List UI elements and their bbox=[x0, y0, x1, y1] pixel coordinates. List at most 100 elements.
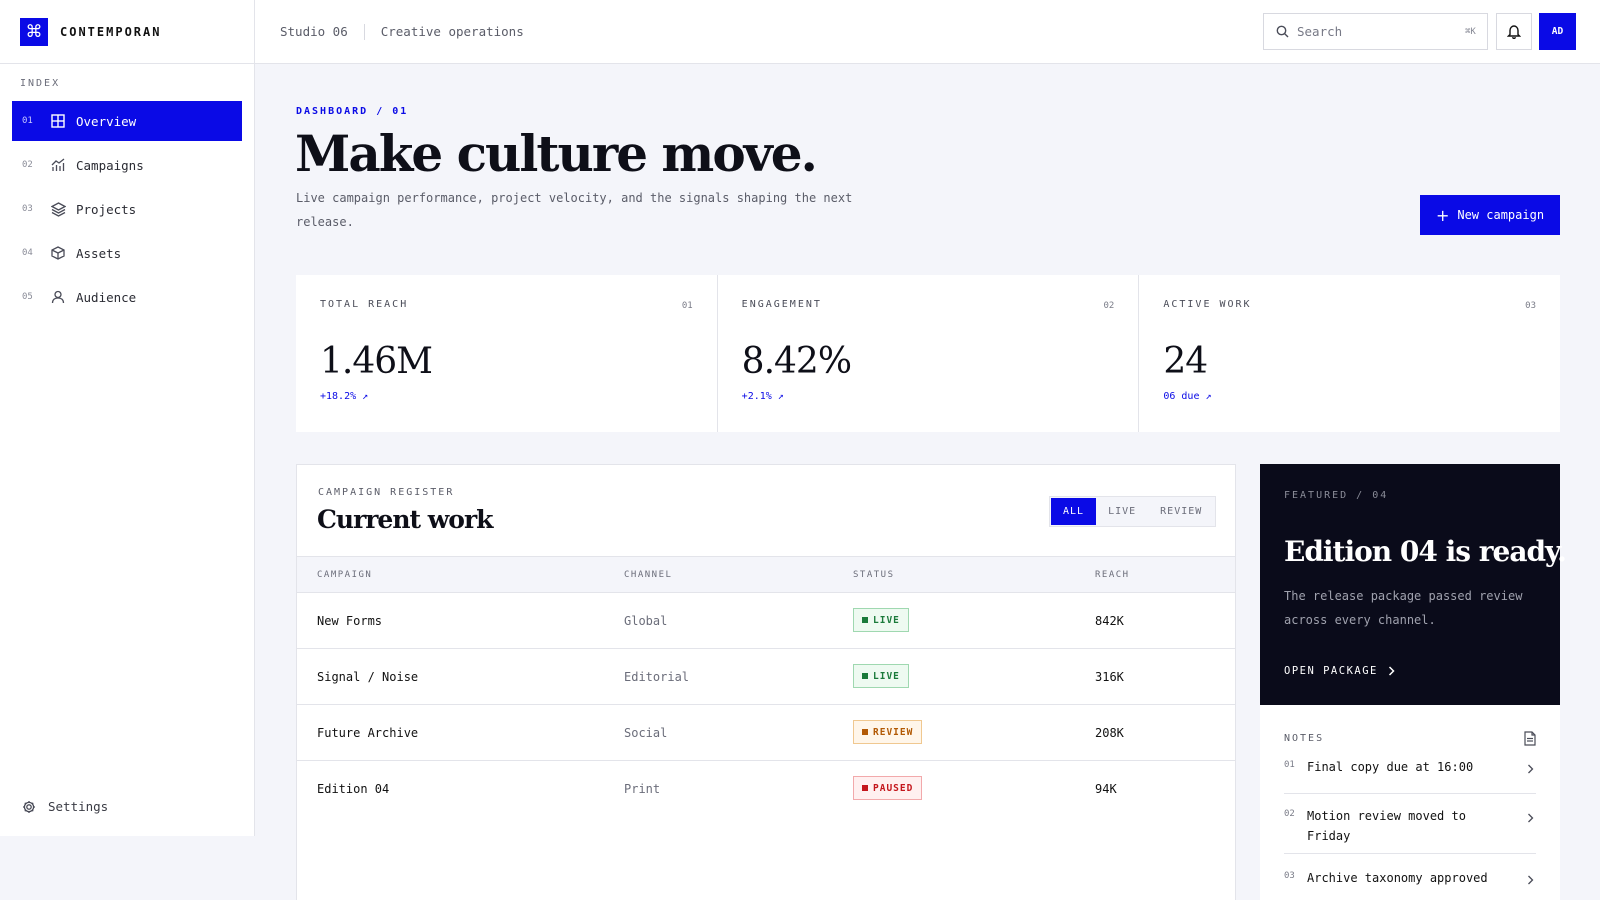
featured-card: FEATURED / 04 Edition 04 is ready. The r… bbox=[1260, 464, 1567, 705]
stat-delta: +2.1% ↗ bbox=[741, 391, 784, 402]
table-row[interactable]: New Forms Global LIVE 842K bbox=[297, 593, 1235, 649]
stat-delta: 06 due ↗ bbox=[1163, 391, 1212, 402]
breadcrumb-divider bbox=[363, 23, 365, 40]
note-item[interactable]: 02 Motion review moved to Friday bbox=[1284, 806, 1536, 854]
chevron-right-icon bbox=[1527, 759, 1534, 778]
search-icon bbox=[1276, 25, 1289, 38]
note-number: 02 bbox=[1284, 809, 1295, 819]
status-badge: PAUSED bbox=[853, 776, 923, 800]
breadcrumb-studio[interactable]: Studio 06 bbox=[280, 24, 348, 39]
table-row[interactable]: Future Archive Social REVIEW 208K bbox=[297, 705, 1235, 761]
sidebar-item-label: Campaigns bbox=[76, 157, 144, 173]
top-bar: Studio 06 Creative operations ⌘K AD bbox=[255, 0, 1600, 64]
brand: ⌘ CONTEMPORAN bbox=[0, 0, 254, 64]
settings-label: Settings bbox=[48, 799, 109, 814]
register-title: Current work bbox=[317, 505, 493, 534]
stats-row: TOTAL REACH 01 1.46M +18.2% ↗ ENGAGEMENT… bbox=[296, 275, 1560, 432]
campaign-name[interactable]: Future Archive bbox=[317, 726, 418, 740]
new-campaign-button[interactable]: + New campaign bbox=[1420, 195, 1560, 235]
sidebar-item-campaigns[interactable]: 02 Campaigns bbox=[12, 145, 242, 185]
featured-title: Edition 04 is ready. bbox=[1284, 535, 1567, 568]
cube-icon bbox=[50, 245, 66, 261]
filter-segmented-control: ALL LIVE REVIEW bbox=[1049, 496, 1217, 527]
new-campaign-label: New campaign bbox=[1457, 208, 1545, 222]
notes-label: NOTES bbox=[1284, 733, 1325, 744]
document-icon[interactable] bbox=[1524, 731, 1536, 750]
sidebar-item-number: 03 bbox=[22, 204, 33, 214]
grid-icon bbox=[50, 113, 66, 129]
stat-label: ACTIVE WORK bbox=[1163, 299, 1252, 310]
filter-review[interactable]: REVIEW bbox=[1148, 498, 1214, 525]
bell-icon bbox=[1507, 24, 1521, 39]
filter-live[interactable]: LIVE bbox=[1096, 498, 1148, 525]
campaign-reach: 316K bbox=[1095, 670, 1124, 684]
page-subtitle: Live campaign performance, project veloc… bbox=[296, 191, 853, 229]
stat-label: TOTAL REACH bbox=[320, 299, 409, 310]
settings-link[interactable]: Settings bbox=[22, 799, 108, 814]
campaign-reach: 842K bbox=[1095, 614, 1124, 628]
sidebar-item-overview[interactable]: 01 Overview bbox=[12, 101, 242, 141]
brand-name[interactable]: CONTEMPORAN bbox=[60, 25, 161, 39]
note-item[interactable]: 01 Final copy due at 16:00 bbox=[1284, 757, 1536, 794]
sidebar-item-assets[interactable]: 04 Assets bbox=[12, 233, 242, 273]
filter-all[interactable]: ALL bbox=[1051, 498, 1097, 525]
sidebar-item-label: Projects bbox=[76, 201, 137, 217]
note-text: Final copy due at 16:00 bbox=[1307, 760, 1474, 774]
featured-description: The release package passed review across… bbox=[1284, 589, 1523, 627]
campaign-channel: Print bbox=[624, 782, 661, 796]
note-number: 01 bbox=[1284, 760, 1295, 770]
stat-engagement: ENGAGEMENT 02 8.42% +2.1% ↗ bbox=[718, 275, 1140, 432]
column-header-channel[interactable]: CHANNEL bbox=[624, 570, 672, 580]
sidebar-item-projects[interactable]: 03 Projects bbox=[12, 189, 242, 229]
table-row[interactable]: Signal / Noise Editorial LIVE 316K bbox=[297, 649, 1235, 705]
search-box[interactable]: ⌘K bbox=[1263, 13, 1488, 50]
stat-active-work: ACTIVE WORK 03 24 06 due ↗ bbox=[1139, 275, 1560, 432]
note-text: Motion review moved to Friday bbox=[1307, 809, 1466, 843]
note-text: Archive taxonomy approved bbox=[1307, 871, 1488, 885]
campaign-register-card: CAMPAIGN REGISTER Current work ALL LIVE … bbox=[296, 464, 1236, 900]
sidebar-index-label: INDEX bbox=[20, 78, 61, 89]
page-title: Make culture move. bbox=[295, 124, 818, 183]
gear-icon bbox=[22, 800, 36, 814]
sidebar-item-audience[interactable]: 05 Audience bbox=[12, 277, 242, 317]
stat-label: ENGAGEMENT bbox=[741, 299, 822, 310]
status-badge: LIVE bbox=[853, 664, 909, 688]
campaign-channel: Editorial bbox=[624, 670, 690, 684]
chevron-right-icon bbox=[1388, 666, 1395, 676]
stat-value: 8.42% bbox=[741, 341, 852, 382]
stat-index: 03 bbox=[1525, 301, 1537, 311]
column-header-campaign[interactable]: CAMPAIGN bbox=[317, 570, 372, 580]
column-header-reach[interactable]: REACH bbox=[1095, 570, 1130, 580]
status-square-icon bbox=[862, 617, 868, 623]
table-row[interactable]: Edition 04 Print PAUSED 94K bbox=[297, 761, 1235, 817]
note-number: 03 bbox=[1284, 871, 1295, 881]
campaign-name[interactable]: Signal / Noise bbox=[317, 670, 418, 684]
campaign-channel: Social bbox=[624, 726, 668, 740]
chart-icon bbox=[50, 157, 66, 173]
campaign-reach: 94K bbox=[1095, 782, 1117, 796]
campaign-name[interactable]: New Forms bbox=[317, 614, 382, 628]
stat-index: 01 bbox=[681, 301, 693, 311]
brand-logo-icon[interactable]: ⌘ bbox=[20, 17, 48, 46]
plus-icon: + bbox=[1435, 205, 1450, 225]
sidebar: ⌘ CONTEMPORAN INDEX 01 Overview 02 Campa… bbox=[0, 0, 255, 836]
notes-card: NOTES 01 Final copy due at 16:00 02 Moti… bbox=[1260, 705, 1560, 900]
status-label: REVIEW bbox=[873, 726, 914, 738]
status-label: LIVE bbox=[873, 614, 900, 626]
search-shortcut: ⌘K bbox=[1465, 26, 1476, 37]
breadcrumb-section[interactable]: Creative operations bbox=[381, 24, 524, 39]
campaign-name[interactable]: Edition 04 bbox=[317, 782, 389, 796]
layers-icon bbox=[50, 201, 66, 217]
column-header-status[interactable]: STATUS bbox=[853, 570, 895, 580]
status-square-icon bbox=[862, 673, 868, 679]
search-input[interactable] bbox=[1297, 24, 1465, 39]
avatar[interactable]: AD bbox=[1539, 13, 1576, 50]
open-package-link[interactable]: OPEN PACKAGE bbox=[1284, 665, 1395, 677]
status-badge: REVIEW bbox=[853, 720, 923, 744]
page-eyebrow: DASHBOARD / 01 bbox=[296, 106, 409, 117]
note-item[interactable]: 03 Archive taxonomy approved bbox=[1284, 868, 1536, 900]
register-eyebrow: CAMPAIGN REGISTER bbox=[318, 487, 455, 498]
status-square-icon bbox=[862, 729, 868, 735]
featured-label: FEATURED / 04 bbox=[1284, 490, 1389, 501]
notifications-button[interactable] bbox=[1496, 13, 1532, 50]
